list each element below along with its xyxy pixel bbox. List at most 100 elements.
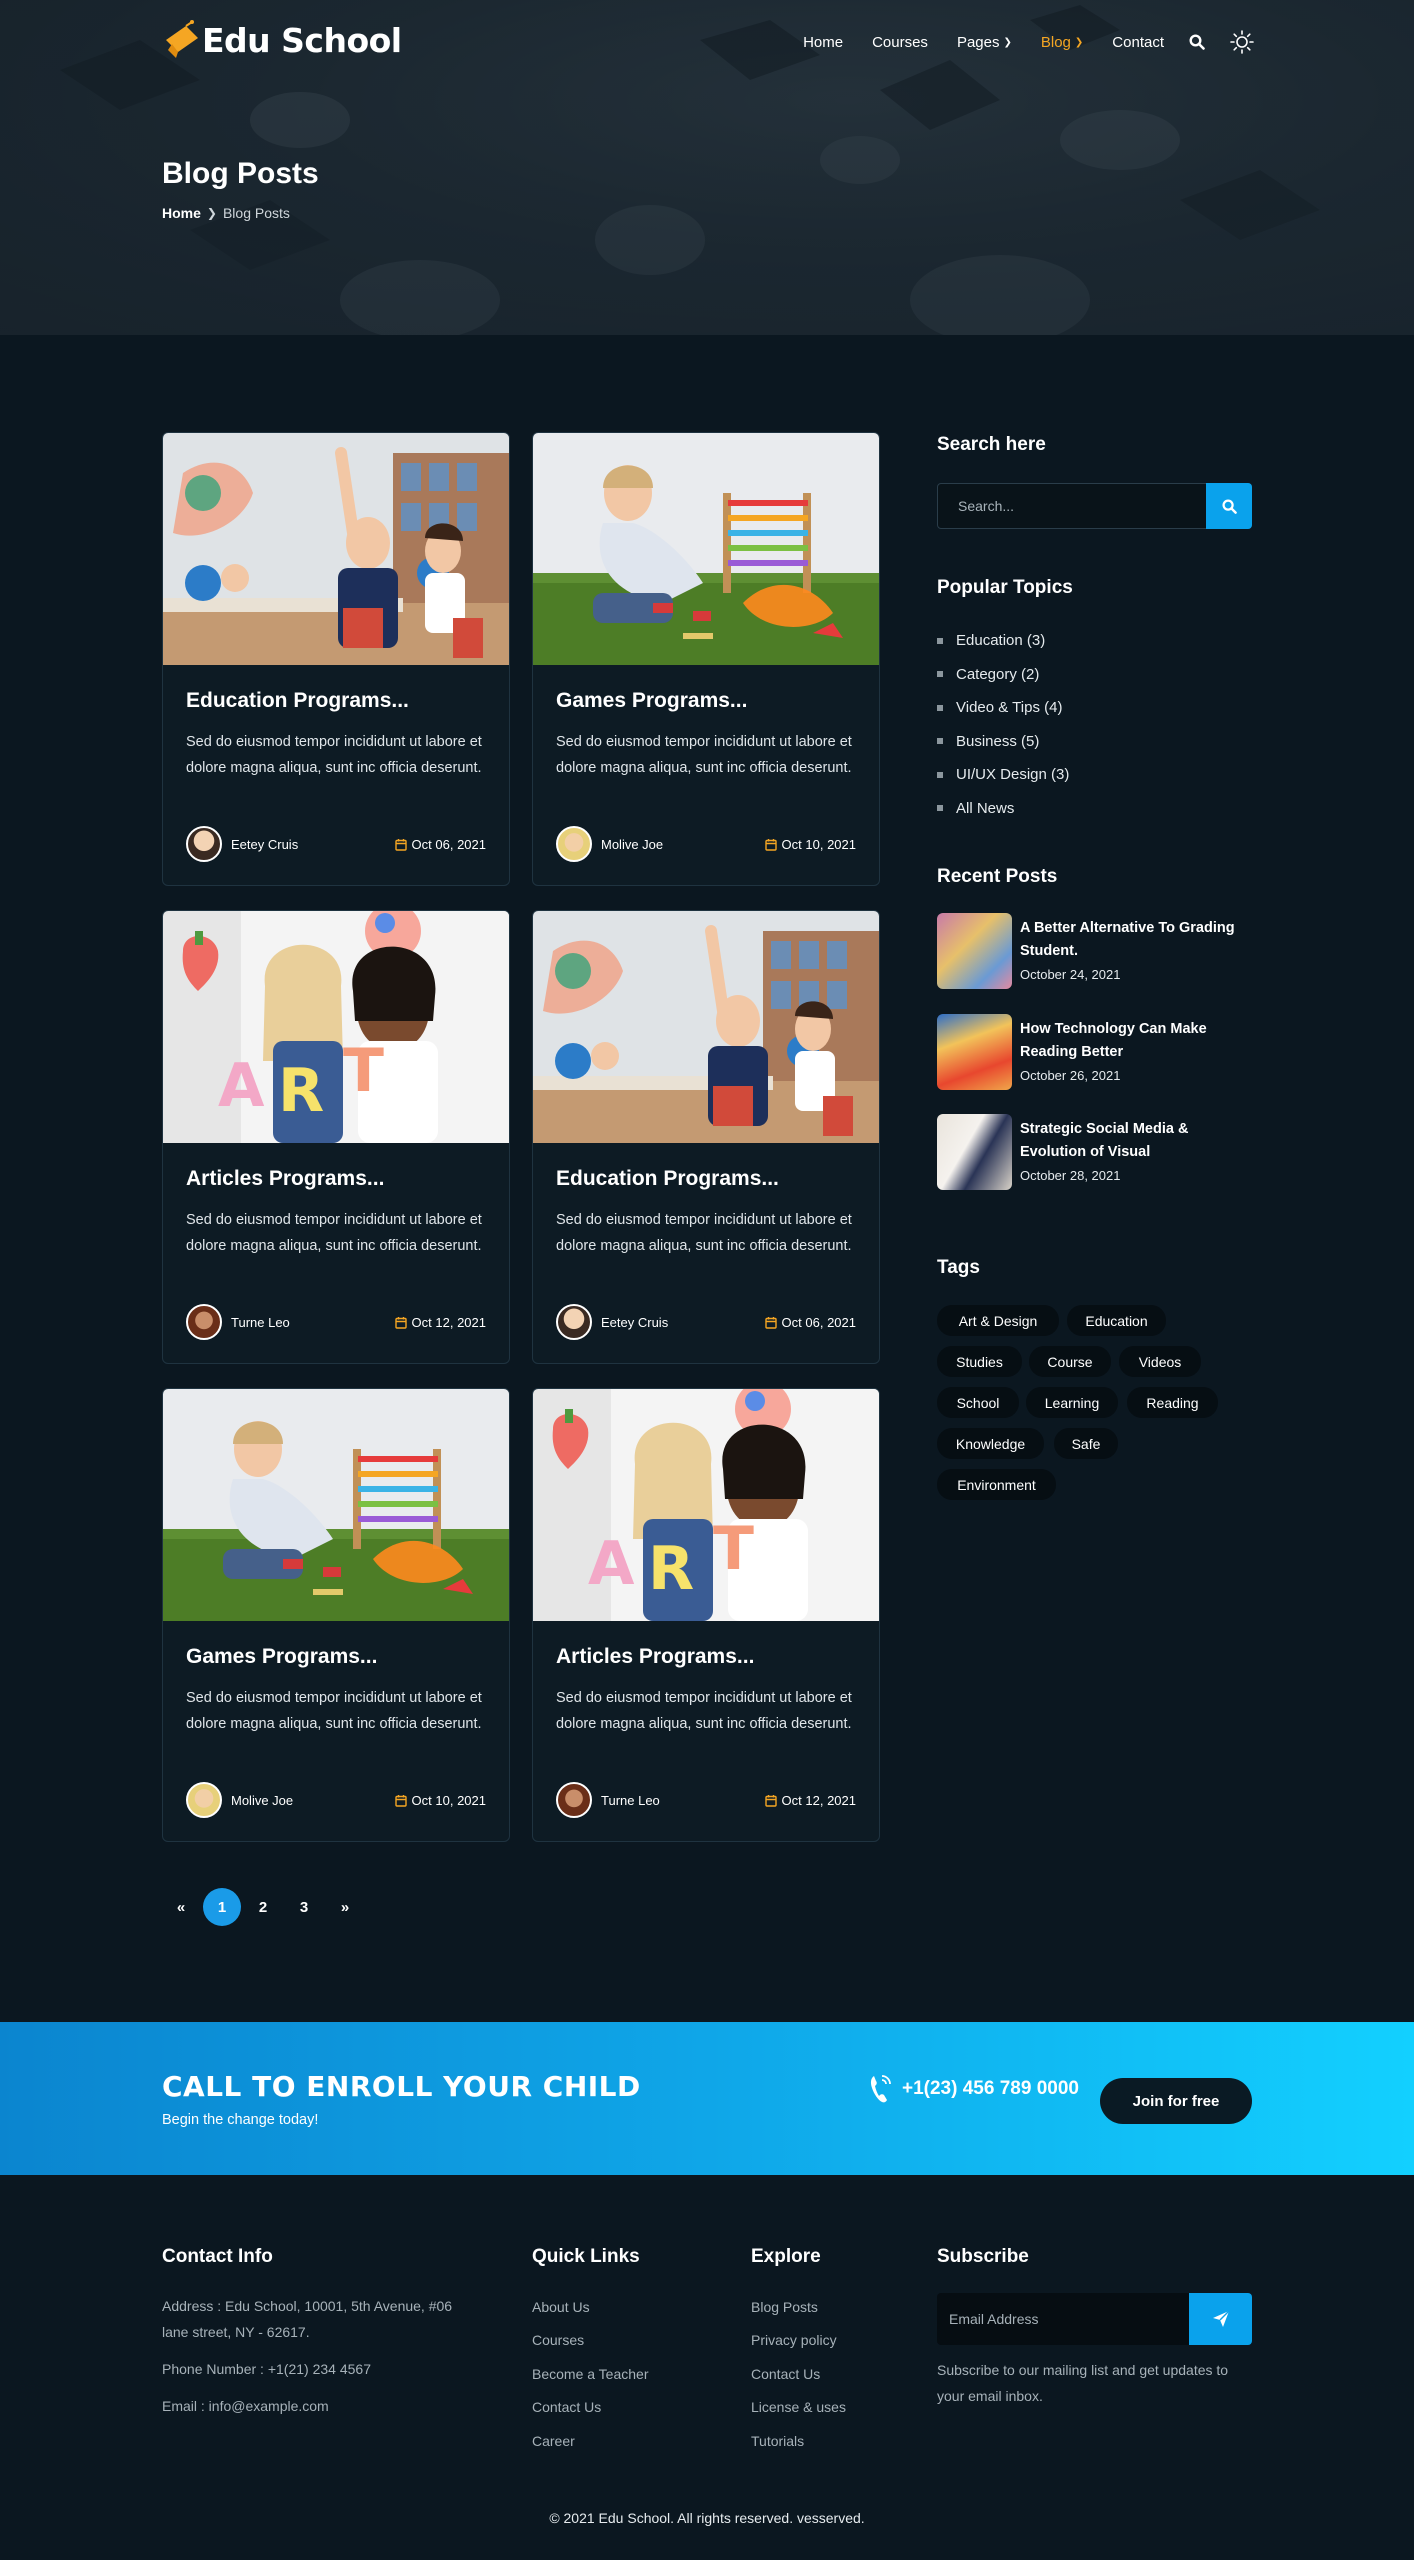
topic-item[interactable]: Education (3)	[937, 624, 1069, 658]
breadcrumb-current: Blog Posts	[222, 205, 290, 221]
search-icon[interactable]	[1189, 34, 1205, 50]
nav-blog[interactable]: Blog ❯	[1041, 34, 1083, 51]
recent-post-item[interactable]: Strategic Social Media & Evolution of Vi…	[937, 1114, 1252, 1190]
breadcrumb: Home ❯ Blog Posts	[162, 205, 290, 221]
post-image[interactable]	[163, 433, 509, 665]
post-image[interactable]: ART	[163, 911, 509, 1143]
nav-courses[interactable]: Courses	[872, 34, 928, 51]
subscribe-button[interactable]	[1189, 2293, 1252, 2345]
footer-link[interactable]: Contact Us	[751, 2357, 846, 2391]
footer-address: Address : Edu School, 10001, 5th Avenue,…	[162, 2298, 453, 2340]
topic-item[interactable]: UI/UX Design (3)	[937, 758, 1069, 792]
square-bullet-icon	[937, 805, 943, 812]
nav-pages[interactable]: Pages ❯	[957, 34, 1012, 51]
graduation-cap-icon	[162, 20, 200, 60]
post-author[interactable]: Eetey Cruis	[186, 826, 298, 862]
tag-education[interactable]: Education	[1067, 1305, 1166, 1336]
post-date: Oct 12, 2021	[394, 1315, 486, 1330]
post-image[interactable]	[533, 911, 879, 1143]
post-title[interactable]: Education Programs...	[186, 689, 409, 713]
breadcrumb-home[interactable]: Home	[162, 205, 201, 221]
sun-icon[interactable]	[1230, 30, 1254, 54]
search-input[interactable]	[938, 484, 1206, 528]
svg-text:T: T	[343, 1036, 384, 1106]
tag-studies[interactable]: Studies	[937, 1346, 1022, 1377]
subscribe-email-input[interactable]	[937, 2293, 1189, 2345]
topic-item[interactable]: All News	[937, 792, 1069, 826]
tag-school[interactable]: School	[937, 1387, 1019, 1418]
post-date: Oct 10, 2021	[394, 1793, 486, 1808]
tag-learning[interactable]: Learning	[1026, 1387, 1118, 1418]
tag-knowledge[interactable]: Knowledge	[937, 1428, 1044, 1459]
footer-contact-title: Contact Info	[162, 2246, 273, 2267]
topic-item[interactable]: Video & Tips (4)	[937, 691, 1069, 725]
post-title[interactable]: Games Programs...	[556, 689, 747, 713]
square-bullet-icon	[937, 671, 943, 678]
blog-post-card[interactable]: Education Programs... Sed do eiusmod temp…	[162, 432, 510, 886]
post-title[interactable]: Games Programs...	[186, 1645, 377, 1669]
post-title[interactable]: Education Programs...	[556, 1167, 779, 1191]
footer-link[interactable]: Privacy policy	[751, 2324, 846, 2358]
tag-course[interactable]: Course	[1029, 1346, 1111, 1377]
cta-phone[interactable]: +1(23) 456 789 0000	[868, 2072, 1079, 2106]
tag-reading[interactable]: Reading	[1127, 1387, 1218, 1418]
post-meta: Eetey Cruis Oct 06, 2021	[186, 826, 486, 862]
post-title[interactable]: Articles Programs...	[186, 1167, 384, 1191]
footer-link[interactable]: Blog Posts	[751, 2290, 846, 2324]
pagination-page-3[interactable]: 3	[285, 1888, 323, 1926]
nav-contact[interactable]: Contact	[1112, 34, 1164, 51]
pagination-next[interactable]: »	[326, 1888, 364, 1926]
avatar	[186, 1782, 222, 1818]
svg-text:R: R	[648, 1534, 694, 1604]
pagination-prev[interactable]: «	[162, 1888, 200, 1926]
post-author[interactable]: Turne Leo	[556, 1782, 660, 1818]
footer-link[interactable]: License & uses	[751, 2391, 846, 2425]
post-image[interactable]	[163, 1389, 509, 1621]
post-author[interactable]: Turne Leo	[186, 1304, 290, 1340]
footer-link[interactable]: Career	[532, 2424, 648, 2458]
post-image[interactable]	[533, 433, 879, 665]
post-date: Oct 10, 2021	[764, 837, 856, 852]
tag-safe[interactable]: Safe	[1054, 1428, 1118, 1459]
calendar-icon	[394, 1316, 407, 1329]
tag-videos[interactable]: Videos	[1119, 1346, 1201, 1377]
blog-post-card[interactable]: Games Programs... Sed do eiusmod tempor i…	[532, 432, 880, 886]
footer-link[interactable]: Tutorials	[751, 2424, 846, 2458]
footer-subscribe-title: Subscribe	[937, 2246, 1029, 2267]
nav-home[interactable]: Home	[803, 34, 843, 51]
post-author[interactable]: Eetey Cruis	[556, 1304, 668, 1340]
footer-link[interactable]: Contact Us	[532, 2391, 648, 2425]
chevron-down-icon: ❯	[1003, 36, 1012, 48]
footer-link[interactable]: Become a Teacher	[532, 2357, 648, 2391]
footer-phone: Phone Number : +1(21) 234 4567	[162, 2361, 371, 2377]
footer-link[interactable]: Courses	[532, 2324, 648, 2358]
post-author[interactable]: Molive Joe	[556, 826, 663, 862]
tag-environment[interactable]: Environment	[937, 1469, 1056, 1500]
footer-link[interactable]: About Us	[532, 2290, 648, 2324]
post-image[interactable]: ART	[533, 1389, 879, 1621]
post-meta: Turne Leo Oct 12, 2021	[186, 1304, 486, 1340]
join-for-free-button[interactable]: Join for free	[1100, 2078, 1252, 2124]
post-title[interactable]: Articles Programs...	[556, 1645, 754, 1669]
pagination-page-2[interactable]: 2	[244, 1888, 282, 1926]
recent-post-item[interactable]: How Technology Can Make Reading Better O…	[937, 1014, 1252, 1090]
paper-plane-icon	[1212, 2310, 1229, 2327]
calendar-icon	[764, 838, 777, 851]
pagination-page-1[interactable]: 1	[203, 1888, 241, 1926]
blog-post-card[interactable]: Games Programs... Sed do eiusmod tempor i…	[162, 1388, 510, 1842]
enroll-cta-banner: CALL TO ENROLL YOUR CHILD Begin the chan…	[0, 2022, 1414, 2175]
blog-post-card[interactable]: A R T Articles Programs... Sed do eiusmod te…	[162, 910, 510, 1364]
post-author[interactable]: Molive Joe	[186, 1782, 293, 1818]
topic-item[interactable]: Business (5)	[937, 725, 1069, 759]
topic-item[interactable]: Category (2)	[937, 658, 1069, 692]
brand-logo[interactable]: Edu School	[162, 20, 402, 60]
chevron-right-icon: ❯	[206, 206, 217, 220]
tag-art-design[interactable]: Art & Design	[937, 1305, 1059, 1336]
search-button[interactable]	[1206, 483, 1252, 529]
blog-post-card[interactable]: A R T Articles Programs... Sed do eiusmod te…	[532, 1388, 880, 1842]
recent-post-item[interactable]: A Better Alternative To Grading Student.…	[937, 913, 1252, 989]
recent-post-thumbnail	[937, 913, 1012, 989]
post-meta: Molive Joe Oct 10, 2021	[556, 826, 856, 862]
blog-post-card[interactable]: Education Programs... Sed do eiusmod temp…	[532, 910, 880, 1364]
post-date: Oct 06, 2021	[394, 837, 486, 852]
